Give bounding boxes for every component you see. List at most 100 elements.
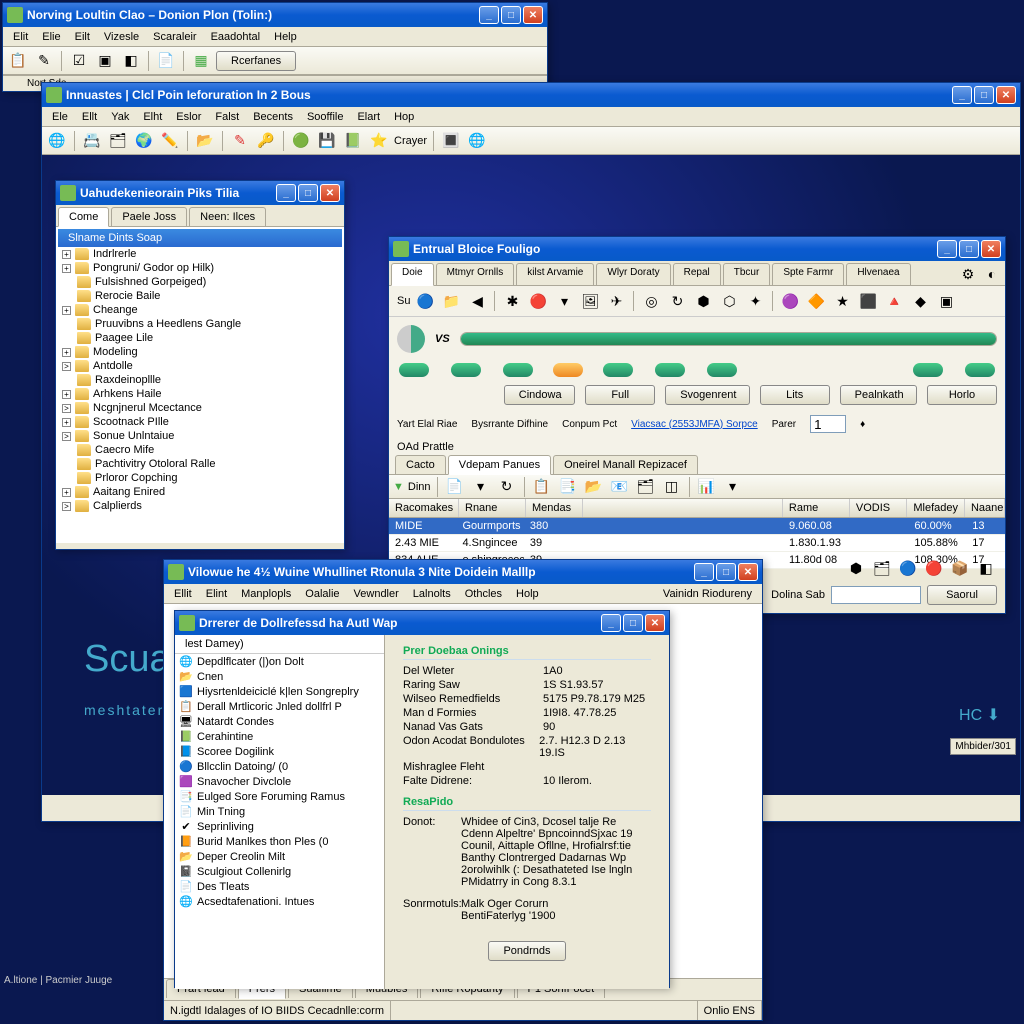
globe-icon[interactable]: 🌐 <box>46 130 68 152</box>
expand-icon[interactable]: + <box>62 488 71 497</box>
menu-item[interactable]: Elart <box>351 109 386 125</box>
tab[interactable]: Tbcur <box>723 263 771 285</box>
folder-icon[interactable]: 📁 <box>440 290 462 312</box>
refresh-icon[interactable]: ↻ <box>496 476 518 498</box>
stop-icon[interactable]: 🔴 <box>527 290 549 312</box>
tool-icon[interactable]: 📋 <box>531 476 553 498</box>
expand-icon[interactable]: > <box>62 502 71 511</box>
globe2-icon[interactable]: 🌍 <box>133 130 155 152</box>
menu-item[interactable]: Ellit <box>168 586 198 602</box>
tool-icon[interactable]: 🟢 <box>290 130 312 152</box>
titlebar-5[interactable]: Vilowue he 4½ Wuine Whullinet Rtonula 3 … <box>164 560 762 584</box>
tool-icon[interactable]: ◐ <box>981 263 1003 285</box>
tree-item[interactable]: Raxdeinopllle <box>58 373 342 387</box>
list-item[interactable]: 🌐Acsedtafenationi. Intues <box>175 894 384 909</box>
titlebar-3[interactable]: Uahudekenieorain Piks Tilia _ □ ✕ <box>56 181 344 205</box>
tool-icon[interactable]: 📋 <box>7 50 29 72</box>
menu-item[interactable]: Hop <box>388 109 420 125</box>
expand-icon[interactable]: + <box>62 390 71 399</box>
tool-icon[interactable]: ▾ <box>553 290 575 312</box>
tree-item[interactable]: Paagee Lile <box>58 331 342 345</box>
minimize-button[interactable]: _ <box>479 6 499 24</box>
pill[interactable] <box>913 363 943 377</box>
tab[interactable]: Hlvenaea <box>846 263 910 285</box>
tool-icon[interactable]: ◧ <box>120 50 142 72</box>
tool-icon[interactable]: 📧 <box>609 476 631 498</box>
tree-item[interactable]: +Aaitang Enired <box>58 485 342 499</box>
list-item[interactable]: 📂Deper Creolin Milt <box>175 849 384 864</box>
col-header[interactable]: VODIS <box>850 499 907 517</box>
expand-icon[interactable]: + <box>62 264 71 273</box>
gear-icon[interactable]: ⚙ <box>957 263 979 285</box>
crayer-label[interactable]: Crayer <box>394 135 427 147</box>
menu-item[interactable]: Ellt <box>76 109 103 125</box>
expand-icon[interactable]: + <box>62 250 71 259</box>
col-header[interactable]: Naane <box>965 499 1005 517</box>
titlebar-6[interactable]: Drrerer de Dollrefessd ha Autl Wap _ □ ✕ <box>175 611 669 635</box>
menu-item[interactable]: Scaraleir <box>147 29 202 45</box>
tool-icon[interactable]: 📂 <box>194 130 216 152</box>
expand-icon[interactable]: > <box>62 432 71 441</box>
key-icon[interactable]: 🔑 <box>255 130 277 152</box>
button-horlo[interactable]: Horlo <box>927 385 997 405</box>
tool-icon[interactable]: ⬛ <box>857 290 879 312</box>
parer-input[interactable] <box>810 415 846 433</box>
green-doc-icon[interactable]: ▦ <box>190 50 212 72</box>
list-item[interactable]: 📓Sculgiout Collenirlg <box>175 864 384 879</box>
expand-icon[interactable]: + <box>62 418 71 427</box>
tool-icon[interactable]: 📦 <box>949 557 971 579</box>
pill[interactable] <box>603 363 633 377</box>
tree-item[interactable]: +Arhkens Haile <box>58 387 342 401</box>
tool-icon[interactable]: ◧ <box>975 557 997 579</box>
pill[interactable] <box>399 363 429 377</box>
list-item[interactable]: 📄Min Tning <box>175 804 384 819</box>
tree-item[interactable]: Prloror Copching <box>58 471 342 485</box>
button-pealnkath[interactable]: Pealnkath <box>840 385 917 405</box>
pencil-icon[interactable]: ✎ <box>33 50 55 72</box>
search-button[interactable]: Saorul <box>927 585 997 605</box>
tree-item[interactable]: +Pongruni/ Godor op Hilk) <box>58 261 342 275</box>
tool-icon[interactable]: ✦ <box>744 290 766 312</box>
list-item[interactable]: 📑Eulged Sore Foruming Ramus <box>175 789 384 804</box>
menu-item[interactable]: Yak <box>105 109 135 125</box>
tab[interactable]: Mtmyr Ornlls <box>436 263 515 285</box>
tool-icon[interactable]: ◫ <box>661 476 683 498</box>
menu-item[interactable]: Eilt <box>69 29 96 45</box>
send-icon[interactable]: ✈ <box>605 290 627 312</box>
tree-item[interactable]: +Cheange <box>58 303 342 317</box>
button-full[interactable]: Full <box>585 385 655 405</box>
down-label[interactable]: Dinn <box>408 481 431 493</box>
menu-item[interactable]: Help <box>268 29 303 45</box>
pill[interactable] <box>553 363 583 377</box>
table-row[interactable]: MIDEGourmports3809.060.0860.00%13 <box>389 518 1005 535</box>
menu-item[interactable]: Ele <box>46 109 74 125</box>
close-button[interactable]: ✕ <box>645 614 665 632</box>
tree-item[interactable]: +Scootnack PIlle <box>58 415 342 429</box>
pill[interactable] <box>451 363 481 377</box>
list-item[interactable]: 📗Cerahintine <box>175 729 384 744</box>
menu-item[interactable]: Oalalie <box>299 586 345 602</box>
menu-item[interactable]: Elint <box>200 586 233 602</box>
tree-item[interactable]: >Sonue Unlntaiue <box>58 429 342 443</box>
maximize-button[interactable]: □ <box>501 6 521 24</box>
tool-icon[interactable]: 🗂 <box>107 130 129 152</box>
tree-item[interactable]: Fulsishned Gorpeiged) <box>58 275 342 289</box>
list-item[interactable]: 📘Scoree Dogilink <box>175 744 384 759</box>
button-lits[interactable]: Lits <box>760 385 830 405</box>
link[interactable]: Viacsac (2553JMFA) Sorpce <box>631 419 758 430</box>
folder-icon[interactable]: 📂 <box>583 476 605 498</box>
tab[interactable]: Oneirel Manall Repizacef <box>553 455 698 474</box>
menu-item[interactable]: Othcles <box>459 586 508 602</box>
tab[interactable]: Spte Farmr <box>772 263 844 285</box>
save-icon[interactable]: 💾 <box>316 130 338 152</box>
list-item[interactable]: 🔵Bllcclin Datoing/ (0 <box>175 759 384 774</box>
tab[interactable]: kilst Arvamie <box>516 263 594 285</box>
rcerfanes-button[interactable]: Rcerfanes <box>216 51 296 71</box>
list-item[interactable]: 🖥Natardt Condes <box>175 714 384 729</box>
tool-icon[interactable]: ▣ <box>935 290 957 312</box>
menu-item[interactable]: Vewndler <box>348 586 405 602</box>
tool-icon[interactable]: 🔺 <box>883 290 905 312</box>
tool-icon[interactable]: 🔳 <box>440 130 462 152</box>
tool-icon[interactable]: 🗂 <box>635 476 657 498</box>
menu-item[interactable]: Elht <box>137 109 168 125</box>
